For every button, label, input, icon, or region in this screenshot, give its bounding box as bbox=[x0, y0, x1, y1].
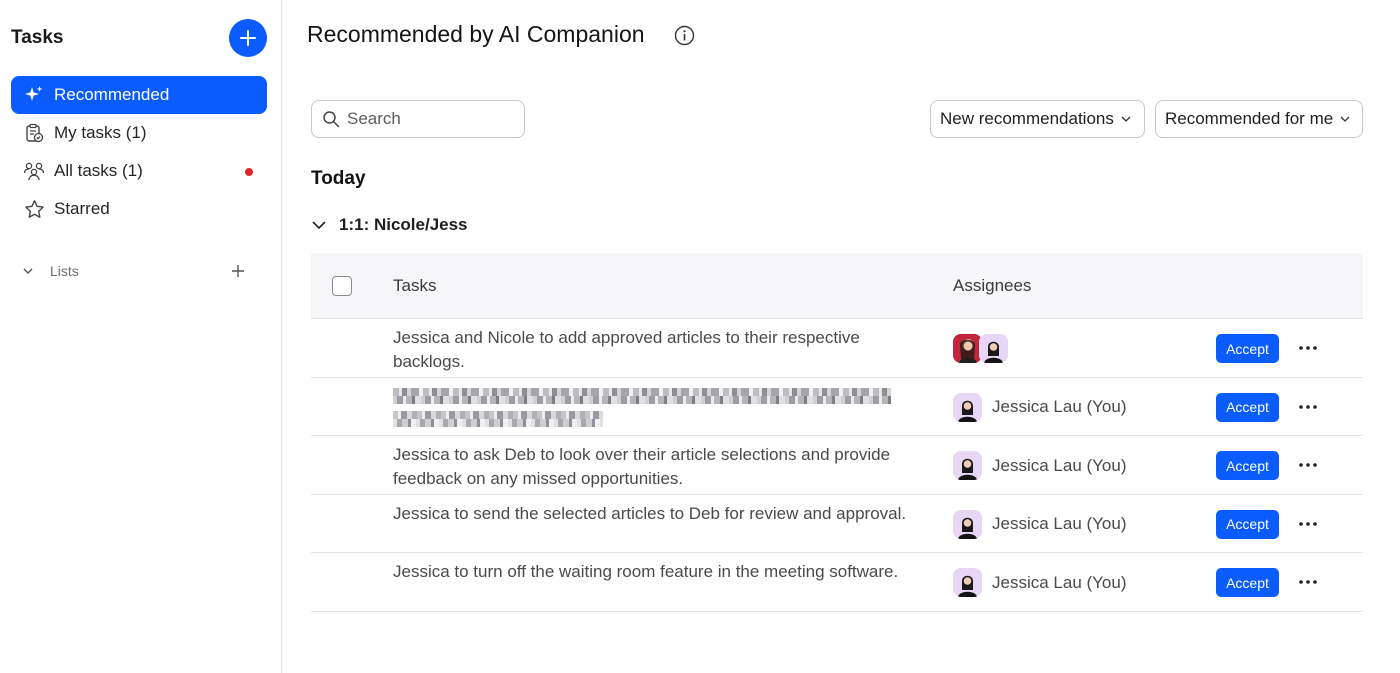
avatar bbox=[953, 451, 982, 480]
new-task-button[interactable] bbox=[229, 19, 267, 57]
table-row: Jessica to ask Deb to look over their ar… bbox=[311, 436, 1363, 495]
column-header-tasks: Tasks bbox=[393, 276, 437, 295]
table-header: Tasks Assignees bbox=[311, 253, 1363, 319]
more-options-icon[interactable] bbox=[1296, 569, 1320, 595]
more-options-icon[interactable] bbox=[1296, 394, 1320, 420]
assignee-cell: Jessica Lau (You) bbox=[953, 568, 1127, 597]
task-text: Jessica to turn off the waiting room fea… bbox=[393, 562, 899, 581]
sidebar: Tasks Recommended My tasks (1) All tasks… bbox=[0, 0, 282, 673]
sidebar-item-all-tasks[interactable]: All tasks (1) bbox=[11, 152, 267, 190]
clipboard-check-icon bbox=[23, 122, 45, 144]
lists-label: Lists bbox=[50, 263, 79, 279]
page-title: Recommended by AI Companion bbox=[307, 21, 645, 47]
accept-button[interactable]: Accept bbox=[1216, 568, 1279, 597]
avatar bbox=[953, 509, 982, 539]
sidebar-item-recommended[interactable]: Recommended bbox=[11, 76, 267, 114]
sidebar-item-label: Starred bbox=[54, 199, 110, 218]
tasks-table: Tasks Assignees Jessica and Nicole to ad… bbox=[311, 253, 1363, 612]
sparkle-icon bbox=[23, 84, 45, 106]
recommended-for-dropdown[interactable]: Recommended for me bbox=[1155, 100, 1363, 138]
sidebar-item-my-tasks[interactable]: My tasks (1) bbox=[11, 114, 267, 152]
search-icon bbox=[323, 111, 340, 128]
search-input[interactable] bbox=[347, 109, 507, 129]
sidebar-item-starred[interactable]: Starred bbox=[11, 190, 267, 228]
table-row: Jessica to turn off the waiting room fea… bbox=[311, 553, 1363, 612]
task-text: Jessica to send the selected articles to… bbox=[393, 503, 907, 523]
info-icon[interactable] bbox=[674, 25, 695, 46]
redacted-task-text bbox=[393, 385, 893, 429]
recommendation-filter-dropdown[interactable]: New recommendations bbox=[930, 100, 1145, 138]
add-list-button[interactable] bbox=[228, 261, 248, 281]
plus-icon bbox=[240, 30, 256, 46]
avatar bbox=[953, 392, 982, 422]
task-text: Jessica and Nicole to add approved artic… bbox=[393, 328, 860, 371]
sidebar-item-label: All tasks (1) bbox=[54, 161, 143, 180]
search-box[interactable] bbox=[311, 100, 525, 138]
avatar bbox=[953, 334, 982, 363]
table-row: Jessica to send the selected articles to… bbox=[311, 495, 1363, 553]
table-row: Jessica Lau (You) Accept bbox=[311, 378, 1363, 436]
chevron-down-icon bbox=[1120, 113, 1132, 125]
assignee-cell: Jessica Lau (You) bbox=[953, 392, 1127, 422]
accept-button[interactable]: Accept bbox=[1216, 334, 1279, 363]
group-toggle[interactable]: 1:1: Nicole/Jess bbox=[311, 215, 468, 235]
assignee-cell bbox=[953, 334, 1018, 363]
assignee-name: Jessica Lau (You) bbox=[992, 514, 1127, 533]
chevron-down-icon bbox=[311, 217, 327, 233]
plus-icon bbox=[232, 265, 244, 277]
people-icon bbox=[23, 160, 45, 182]
assignee-name: Jessica Lau (You) bbox=[992, 455, 1127, 475]
sidebar-item-label: Recommended bbox=[54, 85, 170, 104]
notification-dot bbox=[245, 168, 253, 176]
select-all-checkbox[interactable] bbox=[332, 276, 352, 296]
sidebar-title: Tasks bbox=[11, 27, 64, 48]
accept-button[interactable]: Accept bbox=[1216, 392, 1279, 422]
section-heading: Today bbox=[311, 168, 366, 189]
lists-toggle[interactable]: Lists bbox=[22, 260, 252, 282]
more-options-icon[interactable] bbox=[1296, 335, 1320, 361]
star-icon bbox=[23, 198, 45, 220]
table-row: Jessica and Nicole to add approved artic… bbox=[311, 319, 1363, 378]
task-text: Jessica to ask Deb to look over their ar… bbox=[393, 445, 891, 488]
avatar bbox=[953, 568, 982, 597]
chevron-down-icon bbox=[22, 264, 36, 278]
assignee-cell: Jessica Lau (You) bbox=[953, 451, 1127, 480]
sidebar-item-label: My tasks (1) bbox=[54, 123, 147, 142]
accept-button[interactable]: Accept bbox=[1216, 509, 1279, 539]
dropdown-label: Recommended for me bbox=[1165, 109, 1334, 128]
assignee-name: Jessica Lau (You) bbox=[992, 397, 1127, 416]
more-options-icon[interactable] bbox=[1296, 511, 1320, 537]
chevron-down-icon bbox=[1339, 113, 1351, 125]
main-content: Recommended by AI Companion New recommen… bbox=[283, 0, 1400, 673]
group-title: 1:1: Nicole/Jess bbox=[339, 215, 468, 234]
assignee-name: Jessica Lau (You) bbox=[992, 572, 1127, 592]
more-options-icon[interactable] bbox=[1296, 452, 1320, 478]
avatar bbox=[979, 334, 1008, 363]
accept-button[interactable]: Accept bbox=[1216, 451, 1279, 480]
dropdown-label: New recommendations bbox=[940, 109, 1114, 128]
column-header-assignees: Assignees bbox=[953, 276, 1032, 295]
assignee-cell: Jessica Lau (You) bbox=[953, 509, 1127, 539]
